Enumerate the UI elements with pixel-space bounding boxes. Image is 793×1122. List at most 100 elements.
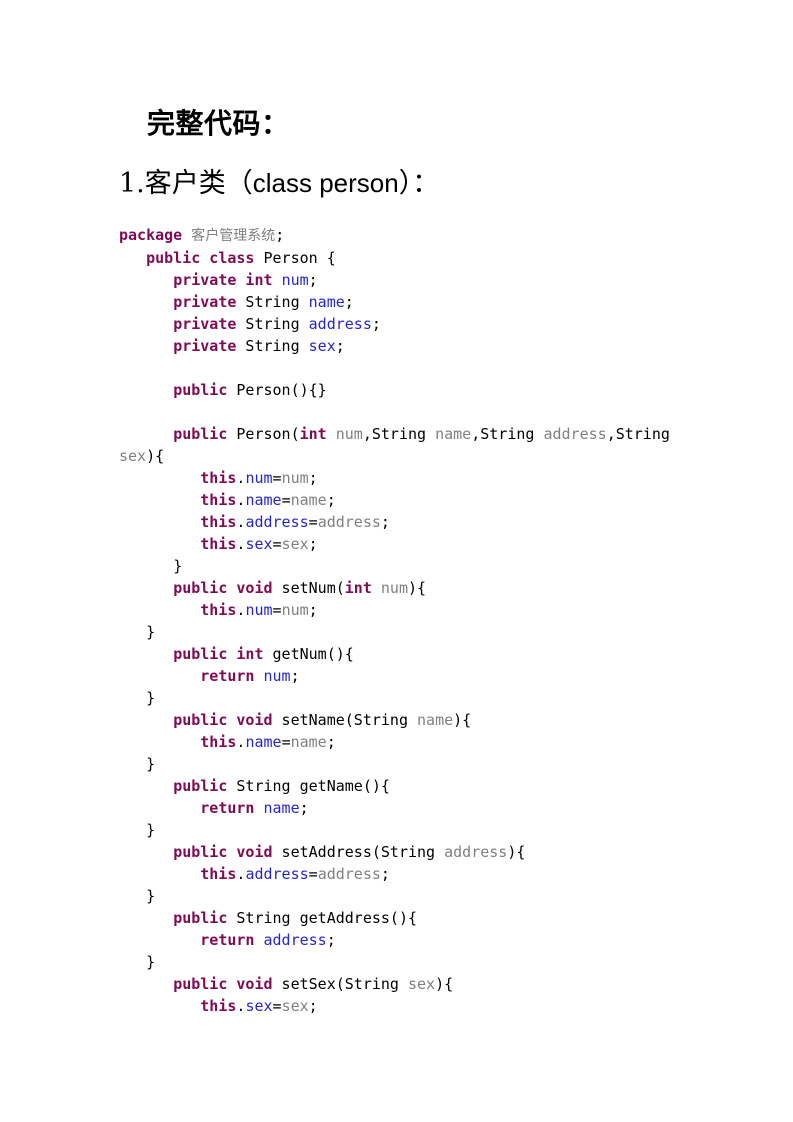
code-token-kw: public void — [173, 579, 273, 597]
code-token-pln: ; — [308, 271, 318, 289]
code-token-id: name — [263, 799, 300, 817]
code-line: } — [119, 885, 679, 907]
code-token-pln: ){ — [507, 843, 526, 861]
code-token-pln: ,String — [606, 425, 679, 443]
code-token-kw: return — [200, 799, 255, 817]
code-token-pln: } — [119, 821, 156, 839]
code-token-var: num — [281, 469, 309, 487]
code-token-kw: public — [173, 381, 228, 399]
code-line: public void setNum(int num){ — [119, 577, 679, 599]
code-token-pln: } — [119, 887, 156, 905]
code-token-id: num — [245, 469, 273, 487]
section-number: 1. — [119, 168, 145, 199]
code-token-id: sex — [245, 997, 273, 1015]
code-token-pln: Person( — [227, 425, 300, 443]
code-token-pln: } — [119, 953, 156, 971]
code-line: } — [119, 951, 679, 973]
code-token-pln: } — [119, 689, 156, 707]
code-token-pln — [254, 799, 263, 817]
code-token-pln: } — [119, 623, 156, 641]
code-line: this.sex=sex; — [119, 533, 679, 555]
code-token-pln — [273, 271, 282, 289]
code-token-pln: setName(String — [272, 711, 418, 729]
code-token-var: sex — [119, 447, 147, 465]
code-token-var: address — [444, 843, 508, 861]
code-token-pln — [119, 601, 200, 619]
code-token-kw: this — [200, 535, 237, 553]
code-token-pln: setNum( — [272, 579, 345, 597]
code-line: private String address; — [119, 313, 679, 335]
code-token-kw: public void — [173, 843, 273, 861]
code-token-pln — [119, 381, 173, 399]
document-page: 完整代码： 1.客户类（class person）： package 客户管理系… — [0, 0, 793, 1122]
code-token-id: address — [263, 931, 327, 949]
code-token-pln — [182, 226, 191, 244]
code-line: private int num; — [119, 269, 679, 291]
code-token-kw: public — [173, 425, 228, 443]
code-token-kw: public — [173, 777, 228, 795]
code-line: return address; — [119, 929, 679, 951]
code-token-pln — [119, 315, 173, 333]
code-token-pln: ; — [326, 733, 336, 751]
code-token-var: sex — [281, 535, 309, 553]
code-token-pln — [119, 469, 200, 487]
page-title: 完整代码： — [147, 107, 290, 140]
section-heading: 1.客户类（class person）： — [119, 170, 439, 197]
code-token-pln: = — [308, 865, 318, 883]
code-token-pln — [119, 425, 173, 443]
code-token-pln: Person(){} — [227, 381, 327, 399]
code-line: } — [119, 819, 679, 841]
code-token-pln: } — [119, 557, 183, 575]
code-line: public int getNum(){ — [119, 643, 679, 665]
code-token-pln — [254, 667, 263, 685]
code-line: return num; — [119, 665, 679, 687]
code-token-pln — [119, 931, 200, 949]
code-token-pln: ; — [308, 997, 318, 1015]
code-token-id: address — [245, 513, 309, 531]
code-token-pln: = — [281, 491, 291, 509]
code-line: } — [119, 621, 679, 643]
code-token-pln — [119, 337, 173, 355]
code-token-pln: ){ — [435, 975, 454, 993]
code-token-pln — [119, 645, 173, 663]
code-token-var: name — [435, 425, 472, 443]
code-token-pln: = — [272, 997, 282, 1015]
code-token-id: num — [245, 601, 273, 619]
code-token-kw: private — [173, 315, 237, 333]
code-line: this.num=num; — [119, 599, 679, 621]
code-token-pln — [119, 997, 200, 1015]
code-token-pln: ; — [308, 535, 318, 553]
code-token-pln — [119, 271, 173, 289]
code-token-id: name — [308, 293, 345, 311]
code-token-pln — [119, 293, 173, 311]
code-token-kw: this — [200, 733, 237, 751]
code-token-kw: public void — [173, 711, 273, 729]
code-token-kw: public class — [146, 249, 255, 267]
code-token-pln: ; — [299, 799, 309, 817]
code-token-pln: ){ — [453, 711, 472, 729]
java-code-block: package 客户管理系统; public class Person { pr… — [119, 224, 679, 1017]
code-token-pln — [119, 975, 173, 993]
code-line: public String getName(){ — [119, 775, 679, 797]
code-token-var: num — [380, 579, 408, 597]
code-token-pln: ; — [371, 315, 381, 333]
code-token-kw: private — [173, 293, 237, 311]
code-line: public Person(int num,String name,String… — [119, 423, 679, 467]
code-line: package 客户管理系统; — [119, 224, 679, 247]
code-token-kw: public void — [173, 975, 273, 993]
code-line: public void setName(String name){ — [119, 709, 679, 731]
code-token-pkg: 客户管理系统 — [191, 228, 276, 244]
code-token-kw: this — [200, 491, 237, 509]
code-token-pln: Person { — [254, 249, 336, 267]
code-token-id: address — [308, 315, 372, 333]
code-token-pln — [372, 579, 381, 597]
code-token-var: address — [543, 425, 607, 443]
code-line: public void setSex(String sex){ — [119, 973, 679, 995]
code-token-pln — [119, 513, 200, 531]
code-line: this.address=address; — [119, 511, 679, 533]
code-token-pln — [119, 667, 200, 685]
code-token-pln — [254, 931, 263, 949]
code-token-pln: ; — [326, 931, 336, 949]
